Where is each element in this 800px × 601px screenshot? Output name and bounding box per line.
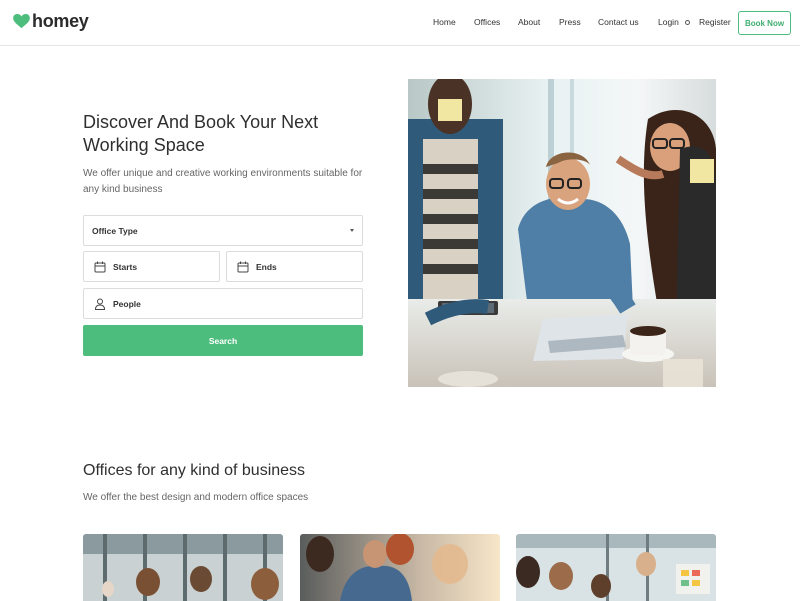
nav-about[interactable]: About bbox=[518, 17, 540, 29]
brand-logo[interactable]: homey bbox=[13, 11, 89, 32]
offices-section-subtitle: We offer the best design and modern offi… bbox=[83, 492, 309, 503]
caret-down-icon bbox=[350, 229, 354, 232]
starts-label: Starts bbox=[113, 261, 138, 272]
brand-name: homey bbox=[32, 11, 89, 31]
office-card-1[interactable] bbox=[83, 534, 283, 601]
office-card-2-image bbox=[300, 534, 500, 601]
register-link[interactable]: Register bbox=[699, 17, 731, 29]
office-card-2[interactable] bbox=[300, 534, 500, 601]
hero-image bbox=[408, 79, 716, 387]
office-card-3[interactable] bbox=[516, 534, 716, 601]
office-card-3-image bbox=[516, 534, 716, 601]
site-header: homey Home Offices About Press Contact u… bbox=[0, 0, 800, 46]
nav-home[interactable]: Home bbox=[433, 17, 456, 29]
nav-press[interactable]: Press bbox=[559, 17, 581, 29]
book-now-button[interactable]: Book Now bbox=[738, 11, 791, 35]
login-link[interactable]: Login bbox=[658, 17, 679, 29]
team-photo-illustration bbox=[408, 79, 716, 387]
calendar-icon bbox=[237, 261, 249, 272]
people-field[interactable]: People bbox=[83, 288, 363, 319]
user-icon bbox=[94, 298, 106, 310]
office-card-1-image bbox=[83, 534, 283, 601]
heart-logo-icon bbox=[13, 14, 30, 29]
search-button[interactable]: Search bbox=[83, 325, 363, 356]
separator-dot-icon bbox=[685, 20, 690, 25]
calendar-icon bbox=[94, 261, 106, 272]
hero-subtitle: We offer unique and creative working env… bbox=[83, 168, 363, 195]
office-type-select[interactable]: Office Type bbox=[83, 215, 363, 246]
hero-title: Discover And Book Your Next Working Spac… bbox=[83, 112, 319, 155]
ends-label: Ends bbox=[256, 261, 277, 272]
nav-offices[interactable]: Offices bbox=[474, 17, 500, 29]
starts-date-field[interactable]: Starts bbox=[83, 251, 220, 282]
ends-date-field[interactable]: Ends bbox=[226, 251, 363, 282]
offices-section-title: Offices for any kind of business bbox=[83, 462, 306, 479]
people-label: People bbox=[113, 298, 141, 309]
office-type-label: Office Type bbox=[92, 225, 138, 236]
nav-contact-us[interactable]: Contact us bbox=[598, 17, 639, 29]
